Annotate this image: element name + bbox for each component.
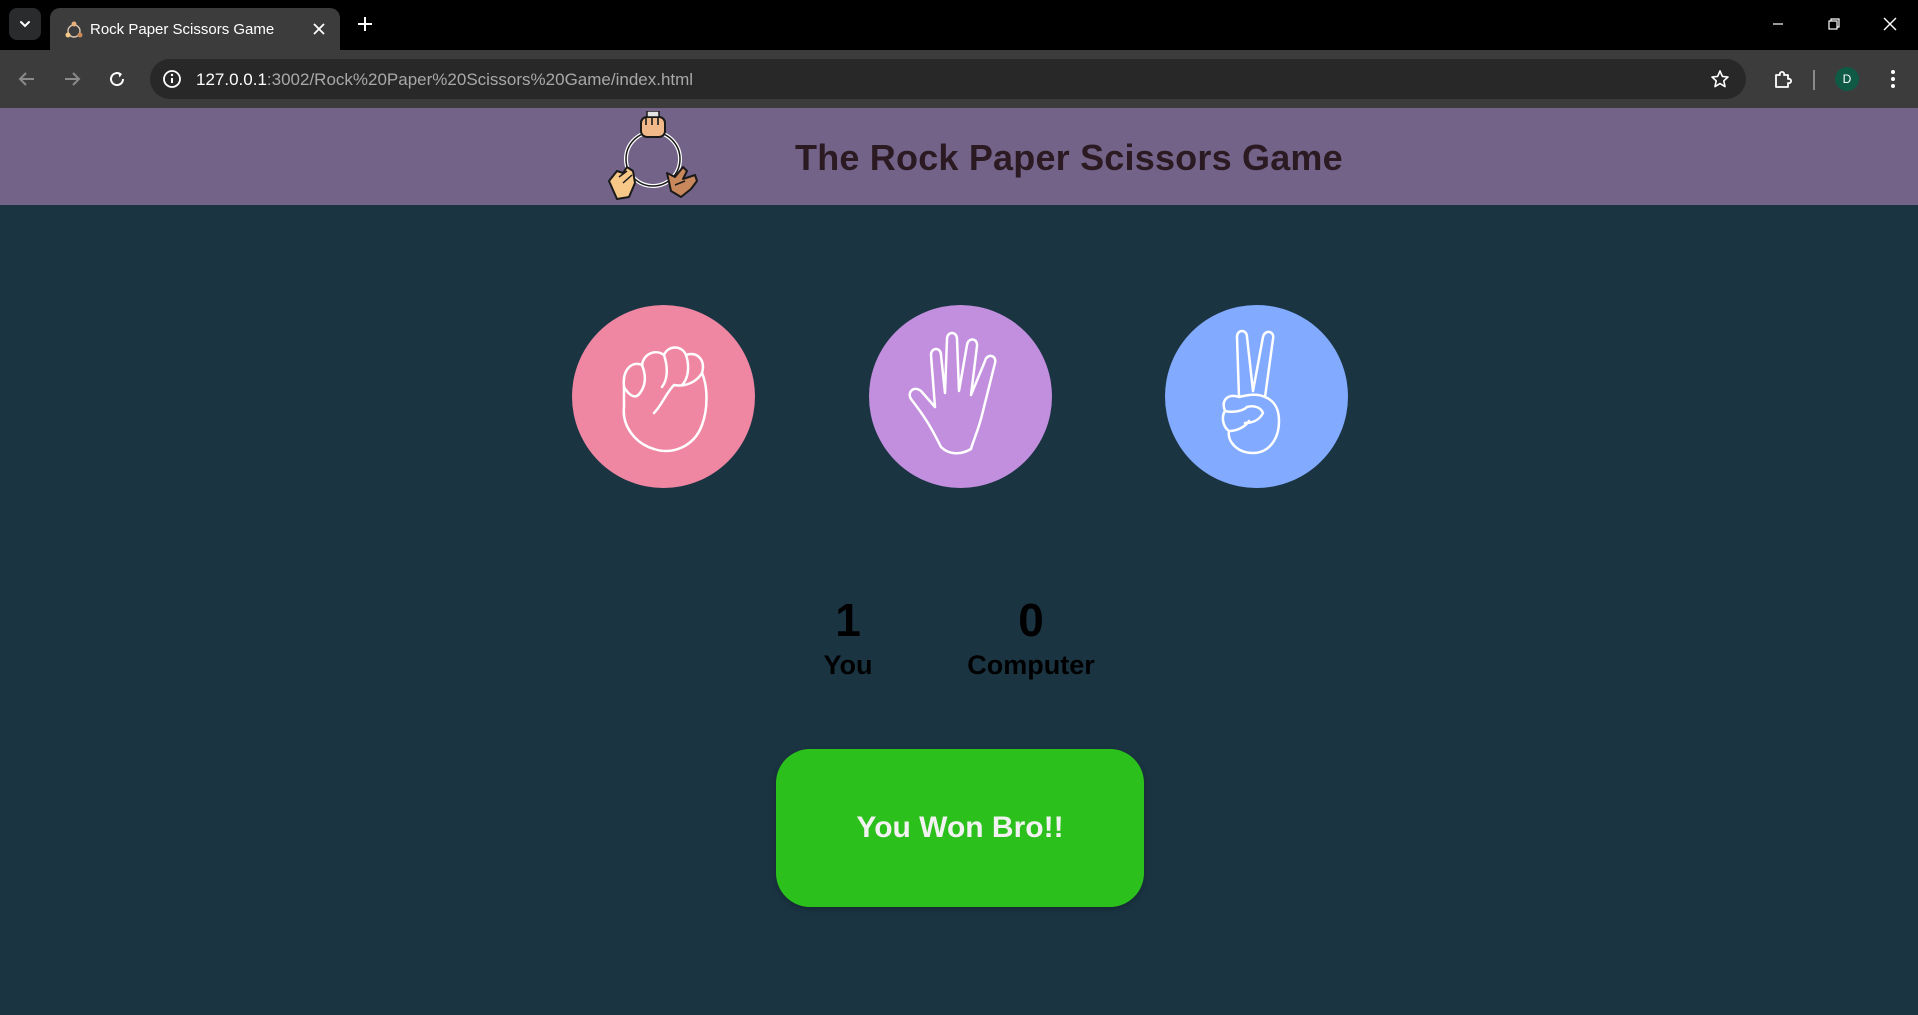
- url-path: :3002/Rock%20Paper%20Scissors%20Game/ind…: [266, 70, 694, 89]
- browser-toolbar: 127.0.0.1:3002/Rock%20Paper%20Scissors%2…: [0, 50, 1918, 108]
- page-title: The Rock Paper Scissors Game: [795, 137, 1343, 178]
- close-icon: [1883, 17, 1897, 31]
- close-icon: [313, 23, 325, 35]
- tab-title: Rock Paper Scissors Game: [90, 21, 275, 38]
- arrow-left-icon: [18, 72, 34, 86]
- star-icon: [1711, 70, 1729, 88]
- profile-avatar[interactable]: D: [1835, 67, 1859, 91]
- arrow-right-icon: [65, 72, 81, 86]
- back-button[interactable]: [10, 62, 44, 96]
- url-host: 127.0.0.1: [196, 70, 267, 89]
- browser-tab-strip: Rock Paper Scissors Game: [0, 0, 1918, 50]
- plus-icon: [358, 17, 372, 31]
- computer-score: 0: [1018, 594, 1044, 646]
- bookmark-button[interactable]: [1708, 67, 1732, 91]
- browser-tab[interactable]: Rock Paper Scissors Game: [50, 8, 340, 50]
- toolbar-divider: [1813, 70, 1815, 90]
- minimize-button[interactable]: [1750, 0, 1806, 48]
- more-vertical-icon: [1891, 70, 1895, 88]
- reload-button[interactable]: [100, 62, 134, 96]
- user-score: 1: [835, 594, 861, 646]
- tab-search-button[interactable]: [9, 8, 41, 40]
- restore-button[interactable]: [1806, 0, 1862, 48]
- reload-icon: [110, 72, 125, 87]
- result-message-text: You Won Bro!!: [856, 811, 1064, 844]
- fist-icon: [622, 345, 708, 452]
- computer-score-block: 0 Computer: [955, 590, 1107, 680]
- scissors-choice-button[interactable]: [1165, 305, 1348, 488]
- user-score-label: You: [823, 650, 873, 680]
- rps-logo-icon: [608, 111, 698, 200]
- open-hand-icon: [908, 331, 996, 454]
- browser-menu-button[interactable]: [1876, 62, 1910, 96]
- user-score-block: 1 You: [800, 590, 896, 680]
- chevron-down-icon: [20, 21, 30, 28]
- peace-sign-icon: [1221, 329, 1280, 454]
- rock-choice-button[interactable]: [572, 305, 755, 488]
- minimize-icon: [1773, 23, 1783, 25]
- tab-close-button[interactable]: [308, 18, 330, 40]
- url-text: 127.0.0.1:3002/Rock%20Paper%20Scissors%2…: [196, 70, 693, 90]
- paper-choice-button[interactable]: [869, 305, 1052, 488]
- puzzle-icon: [1775, 71, 1792, 88]
- computer-score-label: Computer: [967, 650, 1095, 680]
- rps-favicon-icon: [65, 21, 83, 38]
- result-message: You Won Bro!!: [776, 749, 1144, 907]
- close-window-button[interactable]: [1862, 0, 1918, 48]
- forward-button[interactable]: [55, 62, 89, 96]
- address-bar[interactable]: 127.0.0.1:3002/Rock%20Paper%20Scissors%2…: [150, 59, 1746, 99]
- site-info-button[interactable]: [160, 67, 184, 91]
- restore-icon: [1828, 18, 1840, 30]
- page-header: The Rock Paper Scissors Game: [0, 108, 1918, 205]
- extensions-button[interactable]: [1766, 62, 1800, 96]
- info-icon: [163, 70, 181, 88]
- new-tab-button[interactable]: [352, 11, 378, 37]
